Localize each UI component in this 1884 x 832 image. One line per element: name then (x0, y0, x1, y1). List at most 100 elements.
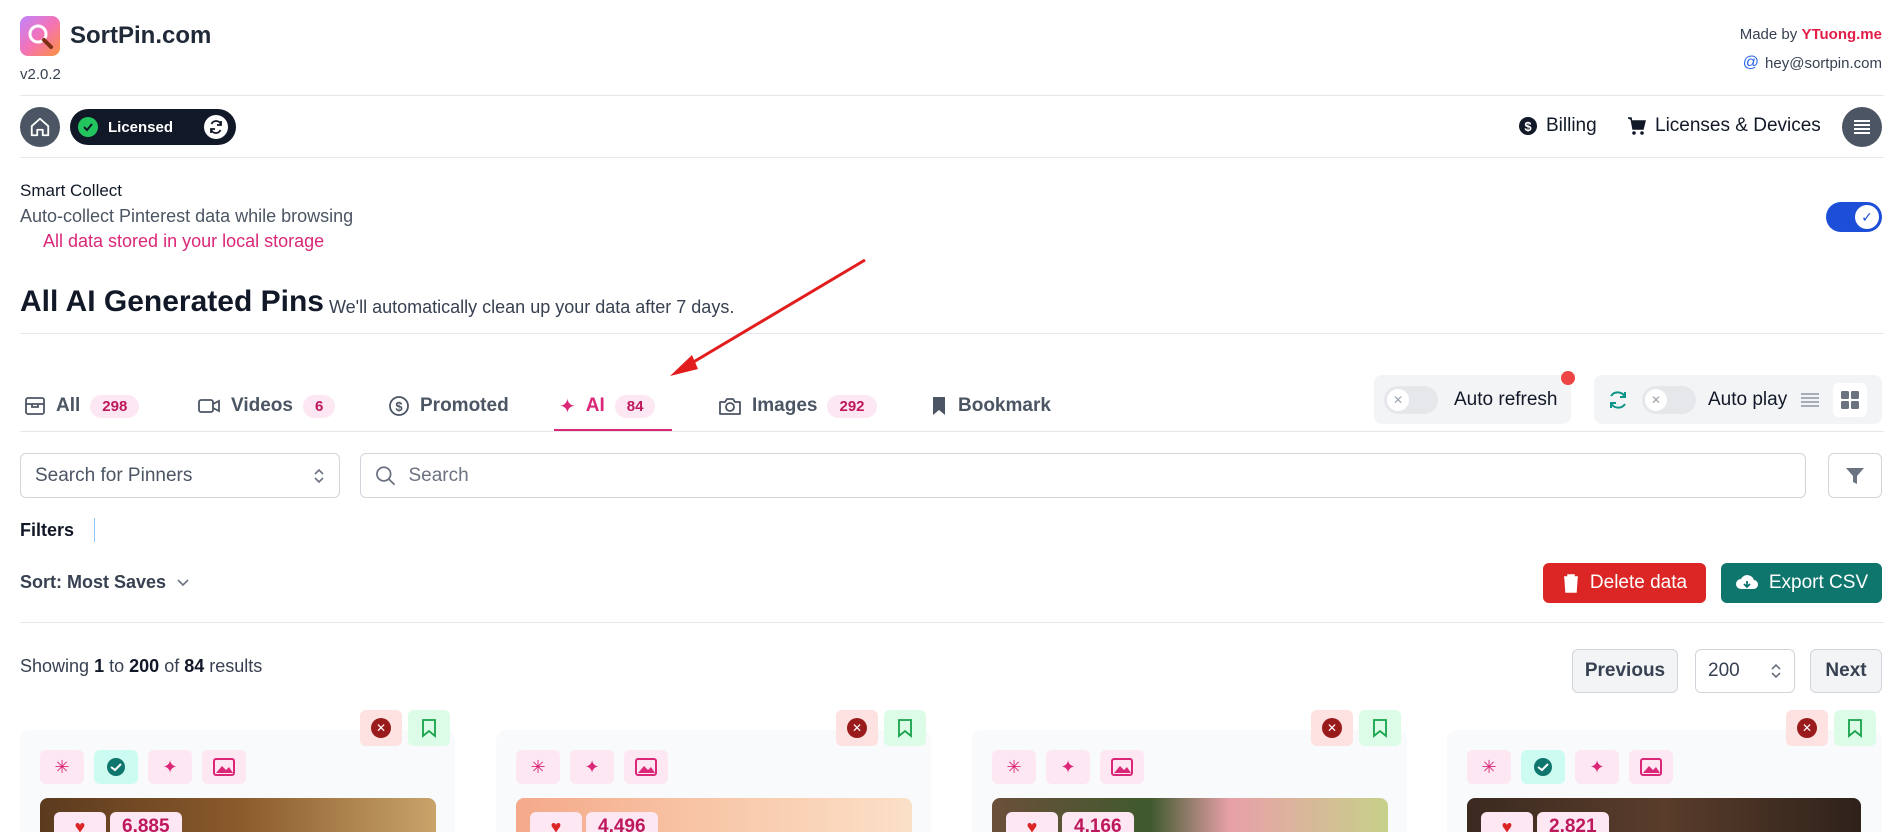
tab-count: 6 (302, 394, 336, 418)
remove-button[interactable]: ✕ (1311, 710, 1353, 746)
like-count: 4,166 (1062, 812, 1134, 832)
bookmark-button[interactable] (408, 710, 450, 746)
heart-icon: ♥ (1481, 812, 1533, 832)
sparkles-icon: ✦ (570, 750, 614, 784)
auto-play-control: ✕ Auto play (1594, 375, 1882, 424)
divider (20, 431, 1884, 432)
next-button[interactable]: Next (1810, 649, 1882, 693)
heart-icon: ♥ (54, 812, 106, 832)
divider (20, 622, 1884, 623)
verified-icon (1521, 750, 1565, 784)
pin-thumbnail[interactable]: ♥ 6,885 (40, 798, 436, 832)
click-icon[interactable]: ✳ (992, 750, 1036, 784)
sort-dropdown[interactable]: Sort: Most Saves (20, 572, 190, 593)
card-badges: ✳ ✦ (1467, 750, 1673, 784)
bookmark-button[interactable] (1834, 710, 1876, 746)
smart-collect-toggle[interactable]: ✓ (1826, 202, 1882, 232)
image-icon[interactable] (624, 750, 668, 784)
pinner-select[interactable]: Search for Pinners (20, 453, 340, 498)
bookmark-icon (1848, 719, 1862, 738)
click-icon[interactable]: ✳ (1467, 750, 1511, 784)
camera-icon (719, 398, 741, 415)
card-actions: ✕ (360, 710, 450, 746)
x-icon: ✕ (1797, 718, 1817, 738)
search-field[interactable] (360, 453, 1806, 498)
pin-thumbnail[interactable]: ♥ 4,166 (992, 798, 1388, 832)
x-icon: ✕ (847, 718, 867, 738)
annotation-arrow (670, 258, 866, 376)
like-count: 4,496 (586, 812, 658, 832)
click-icon[interactable]: ✳ (516, 750, 560, 784)
previous-button[interactable]: Previous (1572, 649, 1678, 693)
list-view-icon[interactable] (1799, 389, 1821, 411)
tab-count: 84 (614, 394, 656, 418)
tab-ai[interactable]: ✦ AI 84 (559, 385, 656, 427)
tab-promoted[interactable]: $ Promoted (388, 385, 509, 427)
tab-images[interactable]: Images 292 (718, 385, 877, 427)
funnel-icon (1846, 467, 1864, 484)
chevron-updown-icon (314, 468, 324, 483)
delete-data-button[interactable]: Delete data (1543, 563, 1706, 603)
click-icon[interactable]: ✳ (40, 750, 84, 784)
like-count: 2,821 (1537, 812, 1609, 832)
at-icon: @ (1742, 54, 1760, 71)
sparkles-icon: ✦ (1575, 750, 1619, 784)
export-csv-button[interactable]: Export CSV (1721, 563, 1882, 603)
remove-button[interactable]: ✕ (1786, 710, 1828, 746)
licenses-devices-link[interactable]: Licenses & Devices (1627, 115, 1821, 137)
hamburger-icon (1854, 120, 1870, 134)
made-by-link[interactable]: YTuong.me (1801, 26, 1882, 43)
auto-play-toggle[interactable]: ✕ (1642, 385, 1696, 414)
verified-icon (94, 750, 138, 784)
bookmark-icon (898, 719, 912, 738)
auto-refresh-toggle[interactable]: ✕ (1384, 385, 1438, 414)
home-button[interactable] (20, 107, 60, 147)
x-icon: ✕ (1322, 718, 1342, 738)
image-icon[interactable] (202, 750, 246, 784)
inbox-icon (25, 397, 45, 415)
app-logo (20, 16, 60, 56)
x-icon: ✕ (371, 718, 391, 738)
remove-button[interactable]: ✕ (360, 710, 402, 746)
tab-videos[interactable]: Videos 6 (197, 385, 336, 427)
card-actions: ✕ (1786, 710, 1876, 746)
per-page-select[interactable]: 200 (1695, 649, 1795, 693)
dollar-icon: $ (1519, 117, 1537, 135)
search-icon (376, 465, 396, 485)
sparkles-icon: ✦ (1046, 750, 1090, 784)
remove-button[interactable]: ✕ (836, 710, 878, 746)
filter-button[interactable] (1828, 453, 1882, 498)
grid-view-button[interactable] (1833, 382, 1868, 417)
heart-icon: ♥ (1006, 812, 1058, 832)
search-input[interactable] (408, 464, 1791, 487)
pin-thumbnail[interactable]: ♥ 2,821 (1467, 798, 1861, 832)
image-icon[interactable] (1629, 750, 1673, 784)
license-status-badge[interactable]: Licensed (70, 109, 236, 145)
home-icon (30, 117, 50, 137)
dollar-icon: $ (389, 396, 409, 416)
smart-collect-title: Smart Collect (20, 181, 123, 200)
sparkles-icon: ✦ (148, 750, 192, 784)
notification-dot (1561, 371, 1575, 385)
like-count: 6,885 (110, 812, 182, 832)
smart-collect-description: Auto-collect Pinterest data while browsi… (20, 206, 354, 226)
bookmark-button[interactable] (1359, 710, 1401, 746)
svg-text:$: $ (395, 399, 403, 414)
tab-all[interactable]: All 298 (24, 385, 140, 427)
chevron-updown-icon (1771, 663, 1781, 679)
brand-name: SortPin.com (70, 22, 212, 49)
card-actions: ✕ (1311, 710, 1401, 746)
menu-button[interactable] (1842, 107, 1882, 147)
pin-thumbnail[interactable]: ♥ 4,496 (516, 798, 912, 832)
refresh-icon[interactable] (204, 115, 228, 139)
tab-bookmark[interactable]: Bookmark (930, 385, 1051, 427)
bookmark-button[interactable] (884, 710, 926, 746)
card-badges: ✳ ✦ (516, 750, 668, 784)
smart-collect-note: All data stored in your local storage (43, 231, 325, 251)
contact-email[interactable]: @ hey@sortpin.com (1743, 54, 1882, 72)
trash-icon (1563, 574, 1578, 593)
billing-link[interactable]: $ Billing (1518, 115, 1597, 137)
refresh-icon[interactable] (1606, 388, 1630, 412)
image-icon[interactable] (1100, 750, 1144, 784)
heart-icon: ♥ (530, 812, 582, 832)
